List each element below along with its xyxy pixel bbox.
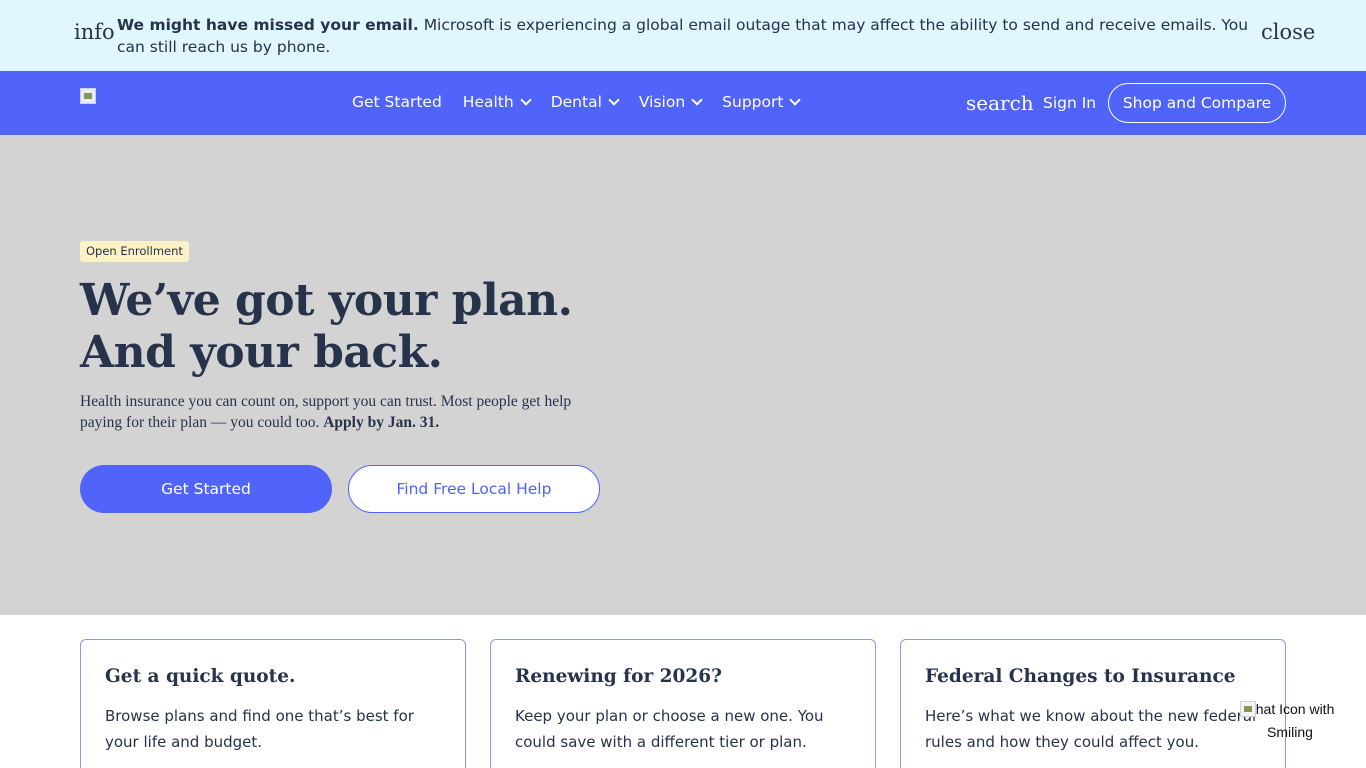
shop-and-compare-button[interactable]: Shop and Compare [1108, 83, 1286, 123]
nav-get-started[interactable]: Get Started [352, 93, 442, 111]
nav-dental[interactable]: Dental [550, 93, 620, 111]
alert-banner: info We might have missed your email. Mi… [0, 0, 1366, 71]
card-text: Keep your plan or choose a new one. You … [515, 707, 824, 751]
get-started-button[interactable]: Get Started [80, 465, 332, 513]
nav-vision[interactable]: Vision [638, 93, 703, 111]
quick-quote-card[interactable]: Get a quick quote. Browse plans and find… [80, 639, 466, 768]
apply-deadline: Apply by Jan. 31. [323, 414, 440, 431]
chevron-down-icon [608, 94, 620, 106]
nav-label: Support [722, 93, 784, 111]
info-icon: info [74, 20, 115, 44]
card-text: Here’s what we know about the new federa… [925, 707, 1257, 751]
chevron-down-icon [520, 94, 532, 106]
chevron-down-icon [789, 94, 802, 106]
find-local-help-button[interactable]: Find Free Local Help [348, 465, 600, 513]
hero-section: Open Enrollment We’ve got your plan. And… [0, 135, 1366, 615]
nav-label: Health [462, 93, 514, 111]
close-icon[interactable]: close [1261, 20, 1315, 44]
card-title: Get a quick quote. [105, 666, 296, 687]
nav-label: Get Started [352, 93, 442, 111]
alert-message: We might have missed your email. Microso… [117, 14, 1252, 58]
nav-health[interactable]: Health [462, 93, 532, 111]
nav-support[interactable]: Support [722, 93, 802, 111]
federal-changes-card[interactable]: Federal Changes to Insurance Here’s what… [900, 639, 1286, 768]
hero-title-line-1: We’ve got your plan. [80, 275, 573, 326]
alert-title: We might have missed your email. [117, 16, 419, 34]
hero-title: We’ve got your plan. And your back. [80, 275, 573, 379]
chat-alt-text: Chat Icon with Smiling [1245, 701, 1335, 740]
logo-image[interactable] [80, 88, 96, 104]
chevron-down-icon [691, 94, 703, 106]
renewing-card[interactable]: Renewing for 2026? Keep your plan or cho… [490, 639, 876, 768]
open-enrollment-badge: Open Enrollment [80, 241, 189, 262]
site-header: Get Started Health Dental Vision Support… [0, 71, 1366, 135]
hero-subtitle: Health insurance you can count on, suppo… [80, 391, 610, 433]
card-title: Federal Changes to Insurance [925, 666, 1236, 687]
chat-icon [1240, 701, 1256, 717]
card-text: Browse plans and find one that’s best fo… [105, 707, 414, 751]
main-nav: Get Started Health Dental Vision Support [352, 93, 802, 111]
search-icon[interactable]: search [966, 91, 1034, 115]
nav-label: Vision [638, 93, 686, 111]
chat-widget[interactable]: Chat Icon with Smiling [1240, 698, 1340, 744]
sign-in-link[interactable]: Sign In [1043, 94, 1096, 112]
hero-title-line-2: And your back. [80, 327, 443, 378]
card-title: Renewing for 2026? [515, 666, 722, 687]
nav-label: Dental [550, 93, 602, 111]
